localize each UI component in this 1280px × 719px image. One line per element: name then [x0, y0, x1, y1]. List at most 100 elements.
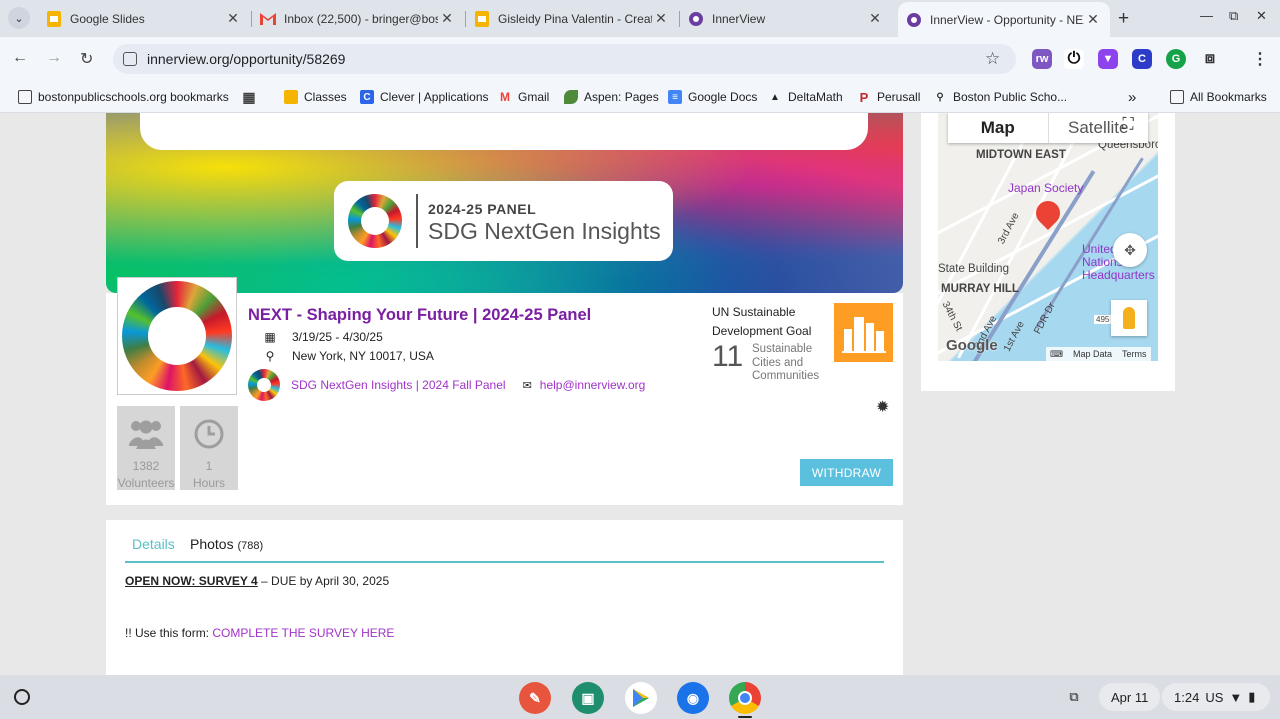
location-row: ⚲ New York, NY 10017, USA — [262, 349, 434, 363]
organization-logo — [117, 277, 237, 395]
tab-search-button[interactable]: ⌄ — [8, 7, 30, 29]
new-tab-button[interactable]: + — [1118, 8, 1129, 30]
back-button[interactable]: ← — [12, 49, 28, 67]
tab-details[interactable]: Details — [132, 536, 175, 552]
sdg-11-city-icon[interactable] — [834, 303, 893, 362]
tab-innerview[interactable]: InnerView ✕ — [680, 4, 892, 33]
date-tray[interactable]: Apr 11 — [1099, 683, 1161, 711]
map-label: 34th St — [939, 299, 965, 334]
survey-link[interactable]: COMPLETE THE SURVEY HERE — [212, 626, 394, 640]
holding-space-icon[interactable]: ⧉ — [1058, 683, 1090, 711]
map-marker-icon: ⚲ — [265, 349, 275, 363]
slides-icon — [474, 10, 490, 27]
tab-create-slides[interactable]: Gisleidy Pina Valentin - Create ✕ — [466, 4, 678, 33]
photos-label: Photos — [190, 536, 234, 552]
bookmark-star-icon[interactable]: ☆ — [985, 49, 1000, 69]
map-label: 1st Ave — [1001, 319, 1027, 354]
bookmark-label: Gmail — [518, 90, 550, 104]
bookmark-aspen[interactable]: Aspen: Pages — [564, 87, 659, 107]
tab-google-slides[interactable]: Google Slides ✕ — [38, 4, 250, 33]
survey-line: OPEN NOW: SURVEY 4 – DUE by April 30, 20… — [125, 574, 389, 588]
time-text: 1:24 — [1174, 689, 1200, 705]
tab-photos[interactable]: Photos (788) — [190, 536, 263, 552]
photos-count: (788) — [237, 540, 264, 552]
chromeos-shelf: ✎ ▣ ◉ ⧉ Apr 11 1:24 US ▼ ▮ — [0, 675, 1280, 719]
tab-title: Google Slides — [70, 11, 145, 26]
forward-button[interactable]: → — [46, 49, 62, 67]
bookmark-perusall[interactable]: P Perusall — [857, 87, 921, 107]
play-store-icon[interactable] — [625, 682, 657, 714]
battery-icon: ▮ — [1248, 689, 1256, 704]
close-window-button[interactable]: ✕ — [1256, 8, 1267, 24]
status-tray[interactable]: 1:24 US ▼ ▮ — [1162, 683, 1270, 711]
calendar-icon: ▦ — [264, 330, 276, 344]
close-icon[interactable]: ✕ — [866, 10, 884, 27]
tab-title: InnerView - Opportunity - NEXT — [930, 12, 1084, 27]
bookmark-deltamath[interactable]: ▲ DeltaMath — [768, 87, 843, 107]
map-type-map[interactable]: Map — [948, 113, 1048, 143]
pan-control-icon[interactable]: ✥ — [1113, 233, 1147, 267]
details-card: Details Photos (788) OPEN NOW: SURVEY 4 … — [106, 520, 903, 675]
users-icon — [117, 414, 175, 454]
bookmark-label: Classes — [304, 90, 347, 104]
tab-title: InnerView — [712, 11, 766, 26]
grammarly-icon[interactable]: G — [1166, 49, 1186, 69]
sdg-wheel-icon — [348, 194, 402, 248]
sdg-wheel-icon — [122, 281, 232, 391]
restore-button[interactable]: ⧉ — [1229, 8, 1238, 24]
sdg-nextgen-logo: 2024-25 PANEL SDG NextGen Insights — [334, 181, 673, 261]
apps-grid-button[interactable]: ▦ — [242, 87, 262, 107]
date-text: Apr 11 — [1111, 689, 1149, 705]
gear-icon[interactable]: ✹ — [876, 397, 889, 417]
tab-innerview-opportunity[interactable]: InnerView - Opportunity - NEXT ✕ — [898, 2, 1110, 37]
reload-button[interactable]: ↻ — [80, 49, 93, 69]
bookmark-classes[interactable]: Classes — [284, 87, 347, 107]
bookmark-label: Clever | Applications — [380, 90, 489, 104]
panel-label: 2024-25 PANEL — [428, 201, 537, 217]
bookmark-bps-folder[interactable]: bostonpublicschools.org bookmarks — [18, 87, 229, 107]
fullscreen-icon[interactable]: ⛶ — [1116, 116, 1140, 140]
all-bookmarks-button[interactable]: All Bookmarks — [1170, 87, 1267, 107]
more-bookmarks-chevron-icon[interactable]: » — [1128, 87, 1136, 107]
menu-kebab-icon[interactable]: ⋮ — [1250, 49, 1270, 69]
bookmark-label: bostonpublicschools.org bookmarks — [38, 90, 229, 104]
site-info-icon[interactable] — [123, 52, 137, 66]
bookmark-gmail[interactable]: M Gmail — [498, 87, 549, 107]
camera-app-icon[interactable]: ◉ — [677, 682, 709, 714]
pegman-icon[interactable] — [1111, 300, 1147, 336]
keyboard-icon[interactable]: ⌨ — [1050, 349, 1063, 360]
tab-gmail[interactable]: Inbox (22,500) - bringer@bostonpublicsch… — [252, 4, 464, 33]
perusall-icon: P — [859, 89, 869, 105]
close-icon[interactable]: ✕ — [438, 10, 456, 27]
close-icon[interactable]: ✕ — [652, 10, 670, 27]
bookmark-clever[interactable]: C Clever | Applications — [360, 87, 489, 107]
terms-link[interactable]: Terms — [1122, 349, 1147, 359]
google-map[interactable]: MIDTOWN EAST Queensboro Japan Society 3r… — [938, 113, 1158, 361]
launcher-icon[interactable] — [14, 689, 30, 705]
bookmark-google-docs[interactable]: ≡ Google Docs — [668, 87, 757, 107]
organization-row: SDG NextGen Insights | 2024 Fall Panel ✉… — [248, 369, 645, 401]
innerview-icon — [906, 12, 922, 28]
extension-shield-icon[interactable]: ▼ — [1098, 49, 1118, 69]
extensions-puzzle-icon[interactable]: ⧈ — [1200, 49, 1220, 69]
close-icon[interactable]: ✕ — [224, 10, 242, 27]
classroom-app-icon[interactable]: ▣ — [572, 682, 604, 714]
url-text[interactable]: innerview.org/opportunity/58269 — [147, 51, 345, 67]
withdraw-button[interactable]: WITHDRAW — [800, 459, 893, 486]
folder-icon — [18, 90, 32, 104]
bookmark-bps[interactable]: ⚲ Boston Public Scho... — [933, 87, 1067, 107]
organization-link[interactable]: SDG NextGen Insights | 2024 Fall Panel — [291, 378, 506, 392]
docs-icon: ≡ — [668, 90, 682, 104]
minimize-button[interactable]: — — [1200, 8, 1213, 23]
close-icon[interactable]: ✕ — [1084, 11, 1102, 28]
hours-count: 1 — [205, 459, 213, 473]
chrome-icon[interactable] — [729, 682, 761, 714]
aspen-icon — [564, 90, 578, 104]
clever-extension-icon[interactable]: C — [1132, 49, 1152, 69]
highway-shield: 495 — [1094, 315, 1112, 324]
extension-rw-icon[interactable]: rw — [1032, 49, 1052, 69]
canvas-app-icon[interactable]: ✎ — [519, 682, 551, 714]
email-link[interactable]: help@innerview.org — [540, 378, 646, 392]
sdg-wheel-icon — [248, 369, 280, 401]
power-icon[interactable]: ⏻ — [1064, 49, 1084, 69]
